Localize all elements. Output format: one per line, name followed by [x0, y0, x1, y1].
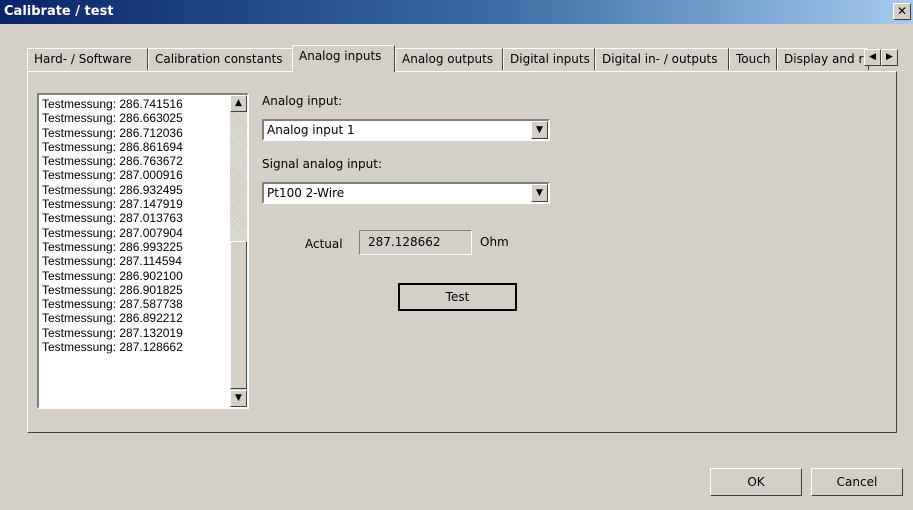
- signal-input-value: Pt100 2-Wire: [267, 186, 345, 200]
- tab-digital-inputs[interactable]: Digital inputs: [503, 48, 595, 70]
- list-item[interactable]: Testmessung: 286.902100: [42, 269, 247, 283]
- actual-unit: Ohm: [480, 235, 509, 249]
- tab-touch[interactable]: Touch: [729, 48, 777, 70]
- list-item[interactable]: Testmessung: 287.132019: [42, 326, 247, 340]
- list-item[interactable]: Testmessung: 287.128662: [42, 340, 247, 354]
- tab-calibration-constants[interactable]: Calibration constants: [148, 48, 293, 70]
- actual-label: Actual: [305, 237, 343, 251]
- list-item[interactable]: Testmessung: 286.763672: [42, 154, 247, 168]
- list-item[interactable]: Testmessung: 286.712036: [42, 126, 247, 140]
- tab-analog-outputs[interactable]: Analog outputs: [395, 48, 503, 70]
- chevron-down-icon[interactable]: ▼: [531, 184, 548, 202]
- ok-button[interactable]: OK: [710, 468, 802, 496]
- analog-input-label: Analog input:: [262, 94, 343, 108]
- list-item[interactable]: Testmessung: 286.993225: [42, 240, 247, 254]
- analog-input-value: Analog input 1: [267, 123, 355, 137]
- chevron-down-icon[interactable]: ▼: [531, 121, 548, 139]
- signal-input-select[interactable]: Pt100 2-Wire ▼: [262, 182, 550, 204]
- list-item[interactable]: Testmessung: 286.861694: [42, 140, 247, 154]
- actual-value-field: 287.128662: [359, 230, 472, 255]
- list-item[interactable]: Testmessung: 286.932495: [42, 183, 247, 197]
- tab-digital-in-outputs[interactable]: Digital in- / outputs: [595, 48, 729, 70]
- list-item[interactable]: Testmessung: 287.013763: [42, 211, 247, 225]
- list-item[interactable]: Testmessung: 286.741516: [42, 97, 247, 111]
- list-item[interactable]: Testmessung: 287.587738: [42, 297, 247, 311]
- tab-scroll-right-icon[interactable]: ▶: [881, 49, 898, 66]
- measurement-log-list[interactable]: Testmessung: 286.741516 Testmessung: 286.…: [37, 93, 249, 409]
- scroll-thumb[interactable]: [230, 241, 247, 389]
- cancel-button[interactable]: Cancel: [811, 468, 903, 496]
- list-item[interactable]: Testmessung: 287.147919: [42, 197, 247, 211]
- list-item[interactable]: Testmessung: 287.000916: [42, 168, 247, 182]
- scroll-up-icon[interactable]: ▲: [230, 95, 247, 112]
- tab-scroll-left-icon[interactable]: ◀: [864, 49, 881, 66]
- scroll-down-icon[interactable]: ▼: [230, 390, 247, 407]
- list-item[interactable]: Testmessung: 287.114594: [42, 254, 247, 268]
- title-bar: Calibrate / test ✕: [0, 0, 913, 24]
- tab-hard-software[interactable]: Hard- / Software: [27, 48, 148, 70]
- actual-value: 287.128662: [368, 235, 441, 249]
- tab-strip: Hard- / Software Calibration constants A…: [27, 45, 898, 72]
- log-scrollbar[interactable]: ▲ ▼: [230, 95, 247, 407]
- list-item[interactable]: Testmessung: 286.892212: [42, 311, 247, 325]
- tab-display[interactable]: Display and r: [777, 48, 869, 70]
- tab-analog-inputs[interactable]: Analog inputs: [292, 45, 395, 72]
- analog-input-select[interactable]: Analog input 1 ▼: [262, 119, 550, 141]
- list-item[interactable]: Testmessung: 286.663025: [42, 111, 247, 125]
- test-button[interactable]: Test: [398, 283, 517, 311]
- close-icon[interactable]: ✕: [893, 3, 911, 20]
- log-items: Testmessung: 286.741516 Testmessung: 286.…: [39, 95, 247, 354]
- list-item[interactable]: Testmessung: 286.901825: [42, 283, 247, 297]
- window-title: Calibrate / test: [4, 4, 114, 19]
- signal-input-label: Signal analog input:: [262, 157, 383, 171]
- list-item[interactable]: Testmessung: 287.007904: [42, 226, 247, 240]
